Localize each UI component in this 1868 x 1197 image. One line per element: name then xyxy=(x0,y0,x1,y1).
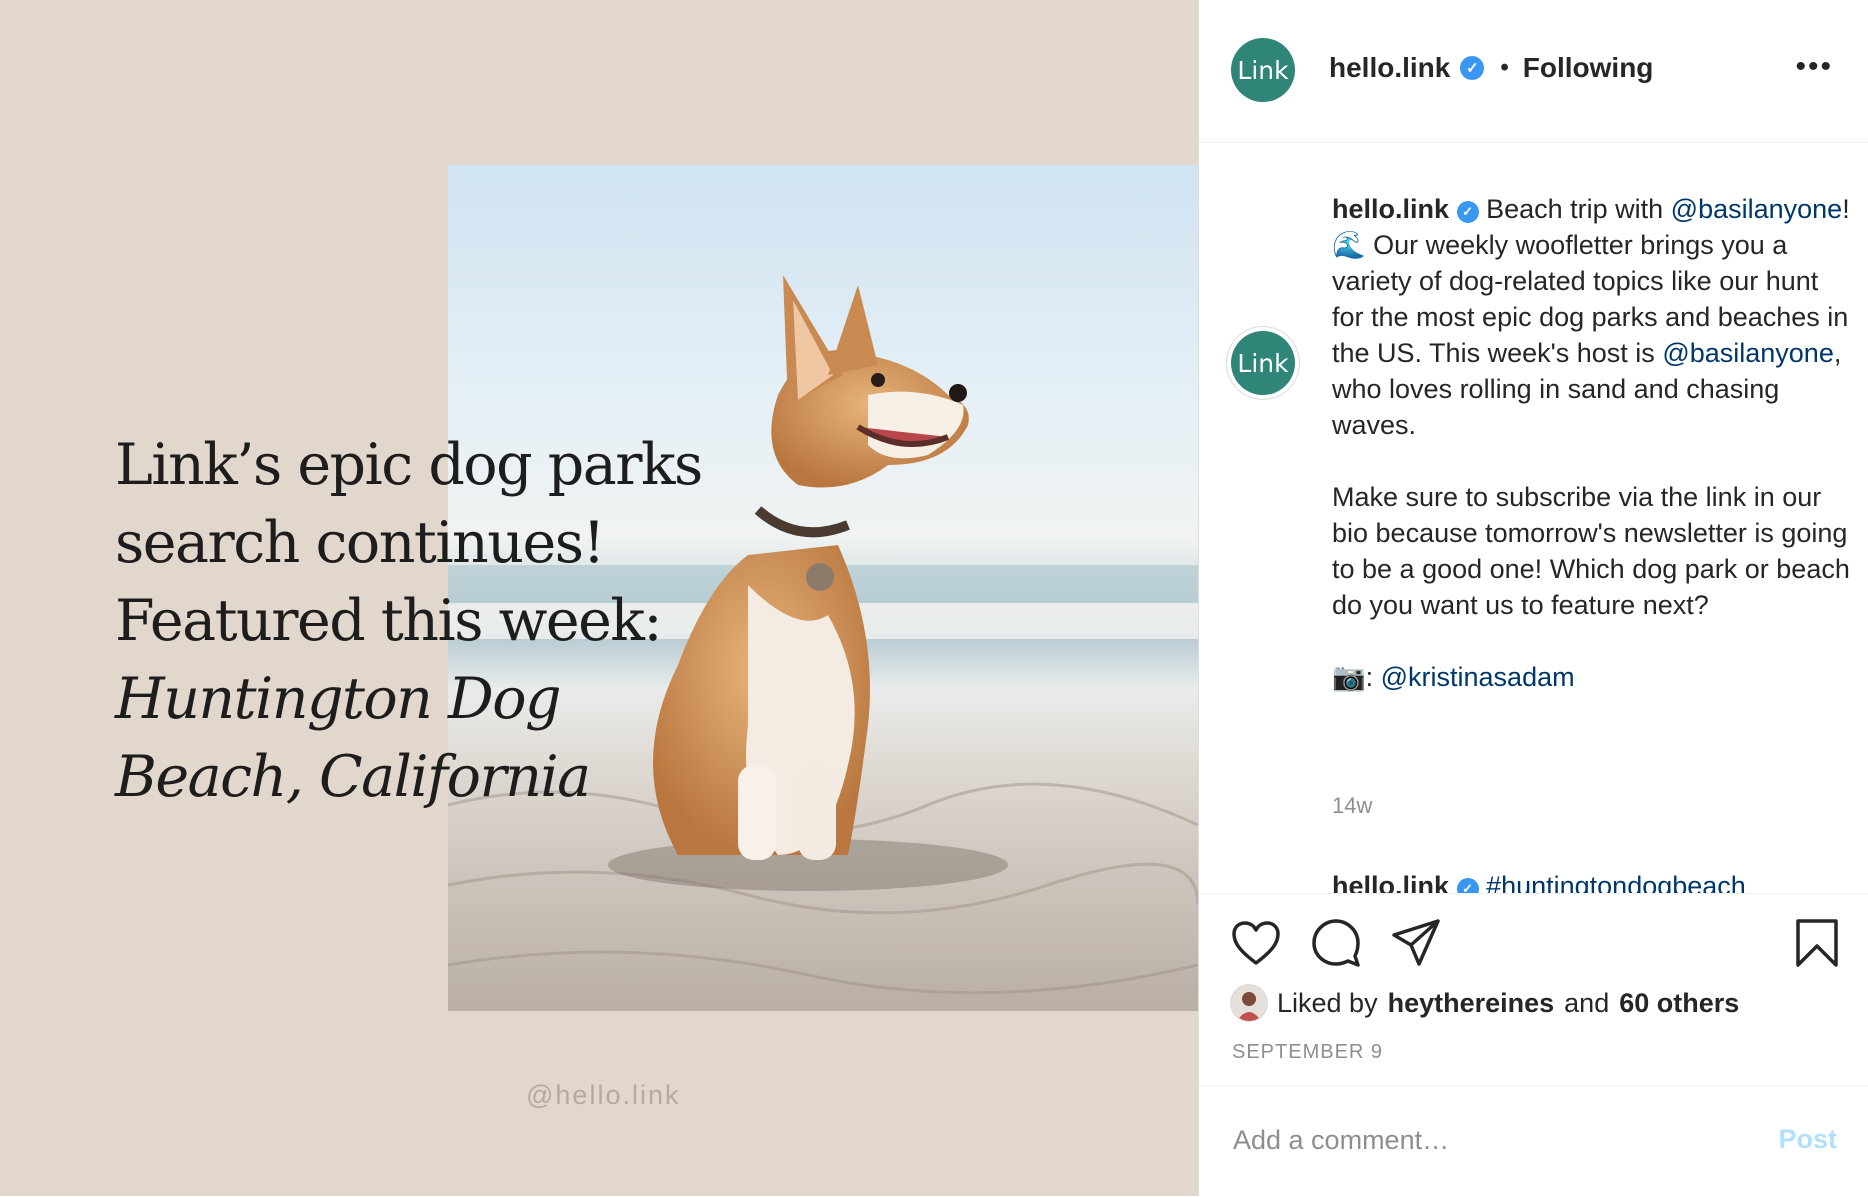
post-side-panel: Link hello.link ✓ • Following ••• Link h… xyxy=(1198,0,1868,1196)
comment-hashtag[interactable]: #huntingtondogbeach xyxy=(1486,871,1746,893)
caption-age[interactable]: 14w xyxy=(1332,793,1372,819)
comment-input[interactable] xyxy=(1231,1114,1715,1166)
likes-others[interactable]: 60 others xyxy=(1619,988,1739,1019)
likes-user[interactable]: heythereines xyxy=(1388,988,1555,1019)
liker-avatar[interactable] xyxy=(1231,985,1267,1021)
caption-paragraph-2: Make sure to subscribe via the link in o… xyxy=(1332,482,1850,620)
headline-line: Featured this week: xyxy=(115,588,663,654)
post-date[interactable]: SEPTEMBER 9 xyxy=(1232,1041,1383,1064)
likes-prefix: Liked by xyxy=(1277,987,1378,1018)
ellipsis-icon[interactable]: ••• xyxy=(1795,50,1833,84)
likes-summary: Liked by heythereines and 60 others xyxy=(1231,985,1739,1021)
header-username[interactable]: hello.link xyxy=(1329,52,1450,84)
comment-icon[interactable] xyxy=(1311,918,1361,968)
heart-icon[interactable] xyxy=(1231,920,1281,966)
header-user: hello.link ✓ • Following xyxy=(1329,52,1653,84)
post-comment-button[interactable]: Post xyxy=(1778,1124,1837,1155)
profile-avatar[interactable]: Link xyxy=(1231,38,1295,102)
verified-badge-icon: ✓ xyxy=(1460,56,1485,80)
next-comment: hello.link ✓ #huntingtondogbeach xyxy=(1332,871,1746,893)
following-button[interactable]: Following xyxy=(1523,52,1654,84)
paper-plane-icon[interactable] xyxy=(1391,918,1441,968)
headline-location-line: Huntington Dog xyxy=(115,666,562,732)
camera-icon: 📷: xyxy=(1332,662,1381,692)
image-watermark: @hello.link xyxy=(526,1080,681,1110)
caption-avatar[interactable]: Link xyxy=(1231,331,1295,395)
comment-username[interactable]: hello.link xyxy=(1332,871,1449,893)
likes-conjunction: and xyxy=(1564,987,1610,1018)
headline-line: search continues! xyxy=(115,510,605,576)
caption-username[interactable]: hello.link xyxy=(1332,194,1449,224)
separator-dot: • xyxy=(1500,54,1509,81)
verified-badge-icon: ✓ xyxy=(1456,878,1479,893)
caption-paragraph-1: hello.link ✓ Beach trip with @basilanyon… xyxy=(1332,191,1852,443)
headline-location-line: Beach, California xyxy=(115,744,591,810)
caption-mention[interactable]: @basilanyone xyxy=(1671,194,1843,224)
post-caption: hello.link ✓ Beach trip with @basilanyon… xyxy=(1332,191,1852,695)
post-header: Link hello.link ✓ • Following ••• xyxy=(1199,0,1868,143)
caption-mention[interactable]: @basilanyone xyxy=(1662,338,1834,368)
headline-line: Link’s epic dog parks xyxy=(115,432,703,498)
caption-text: Beach trip with xyxy=(1486,194,1664,224)
post-media[interactable]: Link’s epic dog parks search continues! … xyxy=(0,0,1198,1196)
caption-photo-credit: 📷: @kristinasadam xyxy=(1332,659,1852,695)
post-headline: Link’s epic dog parks search continues! … xyxy=(115,426,735,816)
bookmark-icon[interactable] xyxy=(1795,918,1839,968)
comment-bar: Post xyxy=(1199,1085,1868,1197)
liker-photo xyxy=(1231,985,1267,1021)
verified-badge-icon: ✓ xyxy=(1456,201,1479,223)
credit-mention[interactable]: @kristinasadam xyxy=(1381,662,1575,692)
comments-scroll-area[interactable]: Link hello.link ✓ Beach trip with @basil… xyxy=(1199,143,1868,893)
